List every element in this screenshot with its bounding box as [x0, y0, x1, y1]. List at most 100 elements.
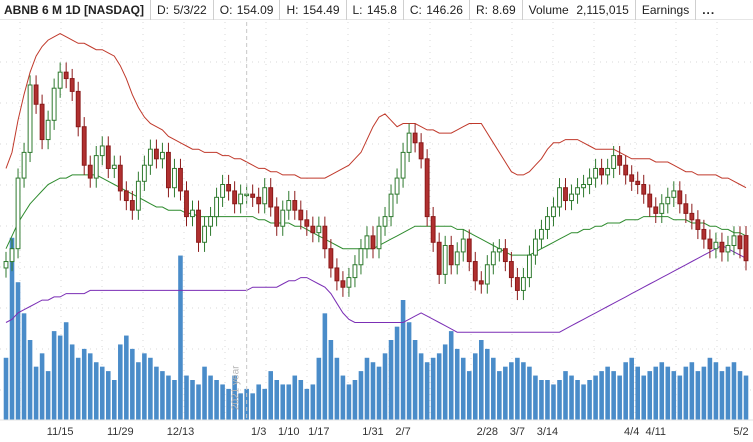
candle-down: [340, 280, 346, 288]
volume-bar: [364, 357, 370, 420]
volume-bar: [454, 348, 460, 420]
candle-up: [725, 244, 731, 253]
volume-bar: [190, 380, 195, 420]
low-readout: L: 145.8: [347, 0, 404, 20]
volume-bar: [677, 375, 683, 420]
candle-down: [232, 190, 238, 205]
low-value: 145.8: [366, 2, 397, 17]
candle-down: [196, 209, 201, 243]
volume-bar: [400, 300, 406, 420]
candle-up: [316, 225, 322, 234]
candle-up: [159, 151, 165, 160]
volume-bar: [334, 357, 340, 420]
candle-up: [99, 145, 105, 157]
symbol-label[interactable]: ABNB 6 M 1D [NASDAQ]: [0, 0, 152, 20]
x-tick-label: 1/17: [308, 426, 329, 438]
candle-up: [526, 254, 532, 279]
candle-up: [172, 167, 177, 189]
candle-up: [280, 209, 286, 227]
candle-up: [141, 164, 147, 182]
volume-bar: [472, 353, 478, 420]
x-tick-label: 2/7: [395, 426, 410, 438]
candle-up: [244, 193, 250, 197]
upper-band-line: [5, 33, 747, 189]
volume-bar: [298, 380, 304, 420]
candle-down: [39, 103, 45, 141]
candle-down: [418, 142, 424, 160]
x-tick-label: 12/13: [167, 426, 195, 438]
candle-down: [647, 193, 653, 208]
volume-bar: [208, 375, 213, 420]
volume-bar: [352, 380, 358, 420]
candle-down: [599, 167, 605, 176]
lower-band-line: [5, 244, 747, 333]
candle-up: [220, 184, 226, 198]
candle-up: [238, 193, 244, 205]
volume-bar: [328, 340, 334, 420]
candle-down: [478, 280, 484, 285]
volume-bar: [743, 375, 749, 420]
open-readout: O: 154.09: [214, 0, 281, 20]
volume-bar: [394, 326, 400, 420]
volume-value: 2,115,015: [576, 2, 629, 17]
candle-down: [701, 228, 707, 240]
volume-bar: [569, 375, 574, 420]
candle-down: [166, 151, 171, 189]
volume-bar: [593, 375, 598, 420]
candle-down: [617, 155, 623, 166]
volume-bar: [105, 371, 111, 420]
volume-bar: [370, 362, 376, 420]
price-chart[interactable]: 2021 year 11/15 11/29 12/13 1/3 1/10 1/17 1/31…: [0, 0, 753, 442]
candle-up: [460, 238, 466, 253]
volume-bar: [99, 366, 105, 420]
volume-bar: [196, 384, 201, 420]
candle-down: [508, 261, 514, 279]
earnings-toggle[interactable]: Earnings: [636, 0, 697, 20]
bollinger-bands: [5, 33, 747, 333]
volume-bar: [358, 371, 364, 420]
volume-bar: [515, 357, 520, 420]
candle-down: [256, 196, 262, 205]
x-axis: 11/15 11/29 12/13 1/3 1/10 1/17 1/31 2/7 2/28 3/7…: [0, 419, 753, 438]
volume-bar: [683, 366, 689, 420]
volume-bar: [527, 366, 532, 420]
candle-up: [611, 155, 617, 169]
candle-down: [105, 145, 111, 169]
candle-up: [262, 187, 268, 205]
candle-up: [388, 193, 394, 218]
volume-bar: [659, 362, 665, 420]
candle-down: [33, 84, 39, 105]
volume-bars: [3, 237, 749, 420]
date-value: 5/3/22: [173, 2, 207, 17]
candle-down: [117, 164, 123, 192]
close-label: C:: [409, 2, 422, 17]
candle-down: [81, 126, 87, 166]
volume-bar: [75, 357, 81, 420]
volume-bar: [39, 353, 45, 420]
candle-down: [695, 219, 701, 230]
volume-bar: [539, 380, 544, 420]
volume-bar: [497, 371, 502, 420]
volume-bar: [142, 353, 147, 420]
grid: [0, 22, 753, 420]
candle-up: [520, 277, 526, 291]
x-tick-label: 5/2: [733, 426, 748, 438]
volume-bar: [27, 340, 33, 420]
candle-up: [57, 71, 63, 89]
candle-down: [563, 187, 568, 202]
date-label: D:: [157, 2, 170, 17]
candle-down: [322, 225, 328, 250]
candle-up: [214, 196, 219, 218]
volume-bar: [382, 353, 388, 420]
candle-down: [737, 235, 743, 250]
candle-up: [442, 244, 448, 275]
volume-bar: [731, 362, 737, 420]
candle-up: [659, 203, 665, 214]
candle-up: [400, 151, 406, 179]
more-options-button[interactable]: ...: [696, 0, 721, 20]
volume-bar: [545, 380, 550, 420]
candle-down: [653, 206, 659, 214]
volume-bar: [160, 371, 165, 420]
candle-up: [605, 167, 611, 176]
candle-up: [27, 84, 33, 153]
